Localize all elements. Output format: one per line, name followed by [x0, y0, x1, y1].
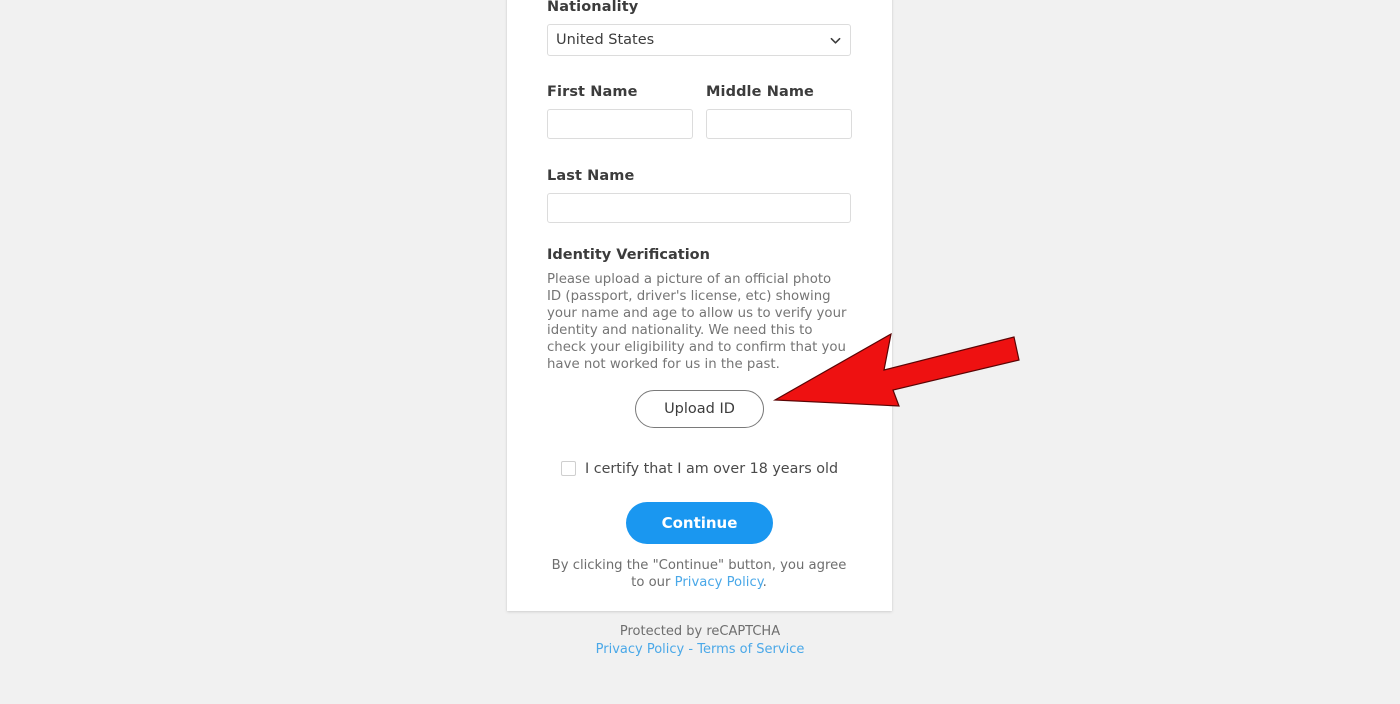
recaptcha-terms-of-service-link[interactable]: Terms of Service	[697, 642, 804, 657]
name-row: First Name Middle Name	[547, 83, 852, 139]
page-root: Nationality United States First Name Mid…	[0, 0, 1400, 704]
first-name-label: First Name	[547, 83, 638, 100]
first-name-field-group: First Name	[547, 83, 693, 139]
upload-id-button[interactable]: Upload ID	[635, 389, 764, 428]
age-certification-row[interactable]: I certify that I am over 18 years old	[547, 461, 852, 477]
nationality-select-wrap[interactable]: United States	[547, 23, 851, 56]
identity-verification-description: Please upload a picture of an official p…	[547, 271, 847, 372]
recaptcha-separator: -	[684, 642, 698, 657]
middle-name-input[interactable]	[706, 108, 852, 139]
nationality-select[interactable]: United States	[547, 23, 851, 56]
age-certification-label[interactable]: I certify that I am over 18 years old	[585, 461, 838, 477]
continue-button[interactable]: Continue	[625, 501, 774, 544]
signup-card: Nationality United States First Name Mid…	[507, 0, 892, 611]
identity-verification-section: Identity Verification Please upload a pi…	[547, 247, 852, 428]
recaptcha-footer: Protected by reCAPTCHA Privacy Policy - …	[0, 623, 1400, 659]
card-content: Nationality United States First Name Mid…	[547, 0, 852, 591]
nationality-label: Nationality	[547, 0, 639, 15]
recaptcha-privacy-policy-link[interactable]: Privacy Policy	[596, 642, 685, 657]
agreement-text: By clicking the "Continue" button, you a…	[547, 557, 851, 591]
agreement-privacy-policy-link[interactable]: Privacy Policy	[675, 575, 763, 590]
agreement-suffix: .	[762, 574, 767, 590]
middle-name-label: Middle Name	[706, 83, 814, 100]
identity-verification-title: Identity Verification	[547, 246, 710, 263]
last-name-field-group: Last Name	[547, 167, 852, 223]
nationality-field-group: Nationality United States	[547, 0, 852, 56]
first-name-input[interactable]	[547, 108, 693, 139]
last-name-label: Last Name	[547, 167, 635, 184]
continue-button-row: Continue	[547, 501, 852, 544]
last-name-input[interactable]	[547, 192, 851, 223]
upload-button-row: Upload ID	[547, 389, 852, 428]
middle-name-field-group: Middle Name	[706, 83, 852, 139]
recaptcha-protected-text: Protected by reCAPTCHA	[619, 624, 781, 639]
age-certification-checkbox[interactable]	[560, 461, 576, 477]
recaptcha-links: Privacy Policy - Terms of Service	[0, 641, 1400, 659]
